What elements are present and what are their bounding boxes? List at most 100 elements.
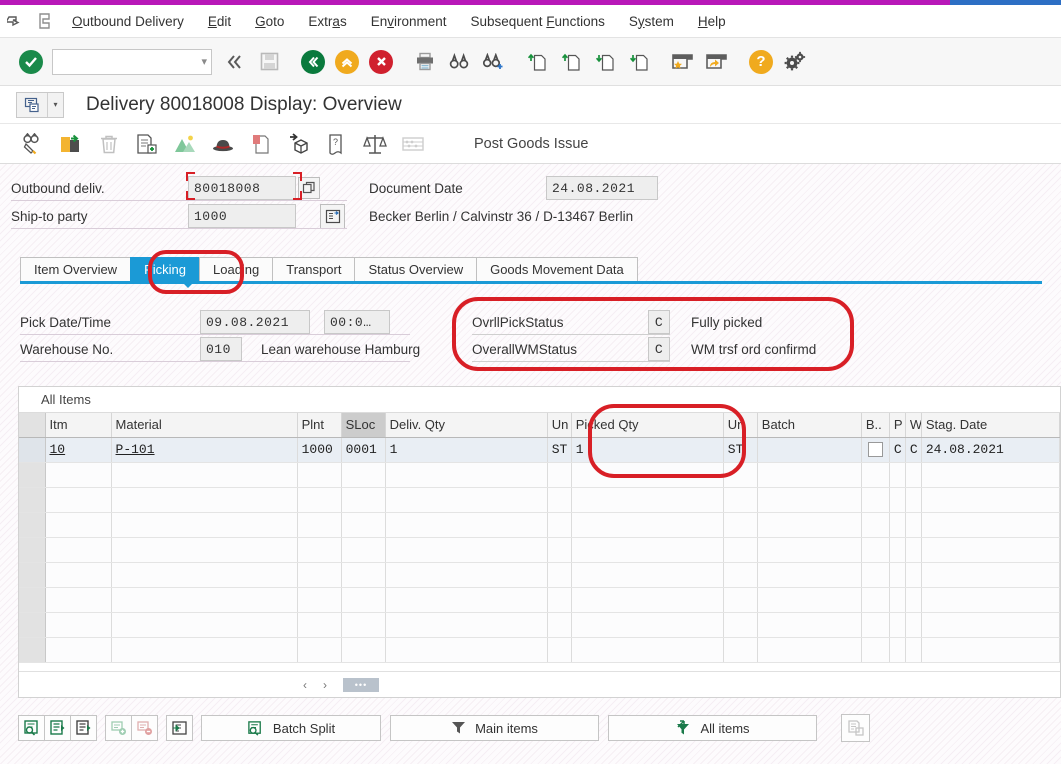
cell-empty[interactable] [889, 537, 905, 562]
tab-item-overview[interactable]: Item Overview [20, 257, 131, 281]
menu-item-extras[interactable]: Extras [296, 5, 358, 38]
multiple-selection-icon[interactable] [298, 177, 320, 199]
command-input[interactable] [57, 54, 199, 70]
cell-empty[interactable] [757, 512, 861, 537]
cell-empty[interactable] [571, 587, 723, 612]
last-page-icon[interactable] [622, 45, 656, 79]
cell-empty[interactable] [385, 637, 547, 662]
cell-empty[interactable] [547, 562, 571, 587]
cell-empty[interactable] [905, 537, 921, 562]
cell-empty[interactable] [297, 487, 341, 512]
cell-empty[interactable] [45, 512, 111, 537]
cell-empty[interactable] [921, 487, 1059, 512]
column-header-deliv-qty[interactable]: Deliv. Qty [385, 413, 547, 437]
pick-date-input[interactable]: 09.08.2021 [200, 310, 310, 334]
menu-item-system[interactable]: System [617, 5, 686, 38]
column-header-p[interactable]: P [889, 413, 905, 437]
cell-empty[interactable] [45, 562, 111, 587]
weight-balance-icon[interactable] [356, 129, 394, 159]
all-items-button[interactable]: All items [608, 715, 817, 741]
column-header-un-picked[interactable]: Un [723, 413, 757, 437]
cell-empty[interactable] [385, 537, 547, 562]
column-header-w[interactable]: W [905, 413, 921, 437]
cell-empty[interactable] [45, 537, 111, 562]
cell-empty[interactable] [889, 612, 905, 637]
cell-empty[interactable] [921, 637, 1059, 662]
cell-empty[interactable] [757, 537, 861, 562]
cell-b-checkbox[interactable] [861, 437, 889, 462]
menu-item-help[interactable]: Help [686, 5, 738, 38]
column-header-stag-date[interactable]: Stag. Date [921, 413, 1059, 437]
cell-empty[interactable] [45, 612, 111, 637]
cell-empty[interactable] [111, 562, 297, 587]
main-items-button[interactable]: Main items [390, 715, 599, 741]
cell-empty[interactable] [921, 612, 1059, 637]
cell-p[interactable]: C [889, 437, 905, 462]
cell-empty[interactable] [111, 512, 297, 537]
scroll-left-button[interactable]: ‹ [295, 676, 315, 694]
cell-empty[interactable] [723, 612, 757, 637]
copy-delivery-icon[interactable] [52, 129, 90, 159]
table-row-empty[interactable] [19, 612, 1060, 637]
batch-split-button[interactable]: Batch Split [201, 715, 381, 741]
row-selector[interactable] [19, 537, 45, 562]
cell-empty[interactable] [921, 562, 1059, 587]
cell-empty[interactable] [889, 637, 905, 662]
cell-empty[interactable] [385, 612, 547, 637]
cell-empty[interactable] [921, 587, 1059, 612]
menu-item-outbound-delivery[interactable]: OOutbound Deliveryutbound Delivery [60, 5, 196, 38]
partner-details-icon[interactable] [320, 204, 345, 229]
cell-empty[interactable] [571, 537, 723, 562]
delete-line-icon[interactable] [131, 715, 158, 741]
row-selector[interactable] [19, 512, 45, 537]
column-header-itm[interactable]: Itm [45, 413, 111, 437]
cell-itm-link[interactable]: 10 [50, 442, 66, 457]
cell-empty[interactable] [861, 462, 889, 487]
packing-icon[interactable] [280, 129, 318, 159]
cell-material-link[interactable]: P-101 [116, 442, 155, 457]
cell-deliv-qty[interactable]: 1 [385, 437, 547, 462]
sort-move-icon[interactable] [166, 715, 193, 741]
pick-time-input[interactable]: 00:0… [324, 310, 390, 334]
cell-empty[interactable] [921, 537, 1059, 562]
column-header-un-deliv[interactable]: Un [547, 413, 571, 437]
column-header-batch[interactable]: Batch [757, 413, 861, 437]
cell-empty[interactable] [297, 587, 341, 612]
cell-empty[interactable] [905, 487, 921, 512]
table-row-empty[interactable] [19, 487, 1060, 512]
row-selector[interactable] [19, 637, 45, 662]
cell-empty[interactable] [861, 637, 889, 662]
cell-itm[interactable]: 10 [45, 437, 111, 462]
cell-empty[interactable] [45, 487, 111, 512]
outbound-deliv-input[interactable]: 80018008 [188, 176, 296, 200]
cell-empty[interactable] [297, 462, 341, 487]
table-row-empty[interactable] [19, 587, 1060, 612]
cell-empty[interactable] [385, 462, 547, 487]
cell-empty[interactable] [341, 587, 385, 612]
abacus-icon[interactable] [394, 129, 432, 159]
cell-empty[interactable] [341, 512, 385, 537]
chevron-down-icon[interactable]: ▾ [199, 55, 207, 68]
cell-empty[interactable] [547, 637, 571, 662]
select-all-items-icon[interactable] [44, 715, 71, 741]
cell-empty[interactable] [861, 562, 889, 587]
table-row-empty[interactable] [19, 537, 1060, 562]
row-selector[interactable] [19, 562, 45, 587]
cell-empty[interactable] [905, 562, 921, 587]
tab-goods-movement-data[interactable]: Goods Movement Data [476, 257, 638, 281]
post-goods-issue-button[interactable]: Post Goods Issue [474, 136, 588, 152]
cell-empty[interactable] [111, 487, 297, 512]
cell-empty[interactable] [111, 537, 297, 562]
cell-empty[interactable] [861, 537, 889, 562]
back-green-icon[interactable] [296, 45, 330, 79]
cell-empty[interactable] [547, 537, 571, 562]
create-favorite-icon[interactable] [666, 45, 700, 79]
cell-empty[interactable] [723, 487, 757, 512]
cell-empty[interactable] [861, 487, 889, 512]
cell-empty[interactable] [571, 562, 723, 587]
cell-empty[interactable] [571, 462, 723, 487]
cell-empty[interactable] [547, 587, 571, 612]
cell-empty[interactable] [921, 512, 1059, 537]
header-details-icon[interactable] [242, 129, 280, 159]
cell-empty[interactable] [547, 612, 571, 637]
